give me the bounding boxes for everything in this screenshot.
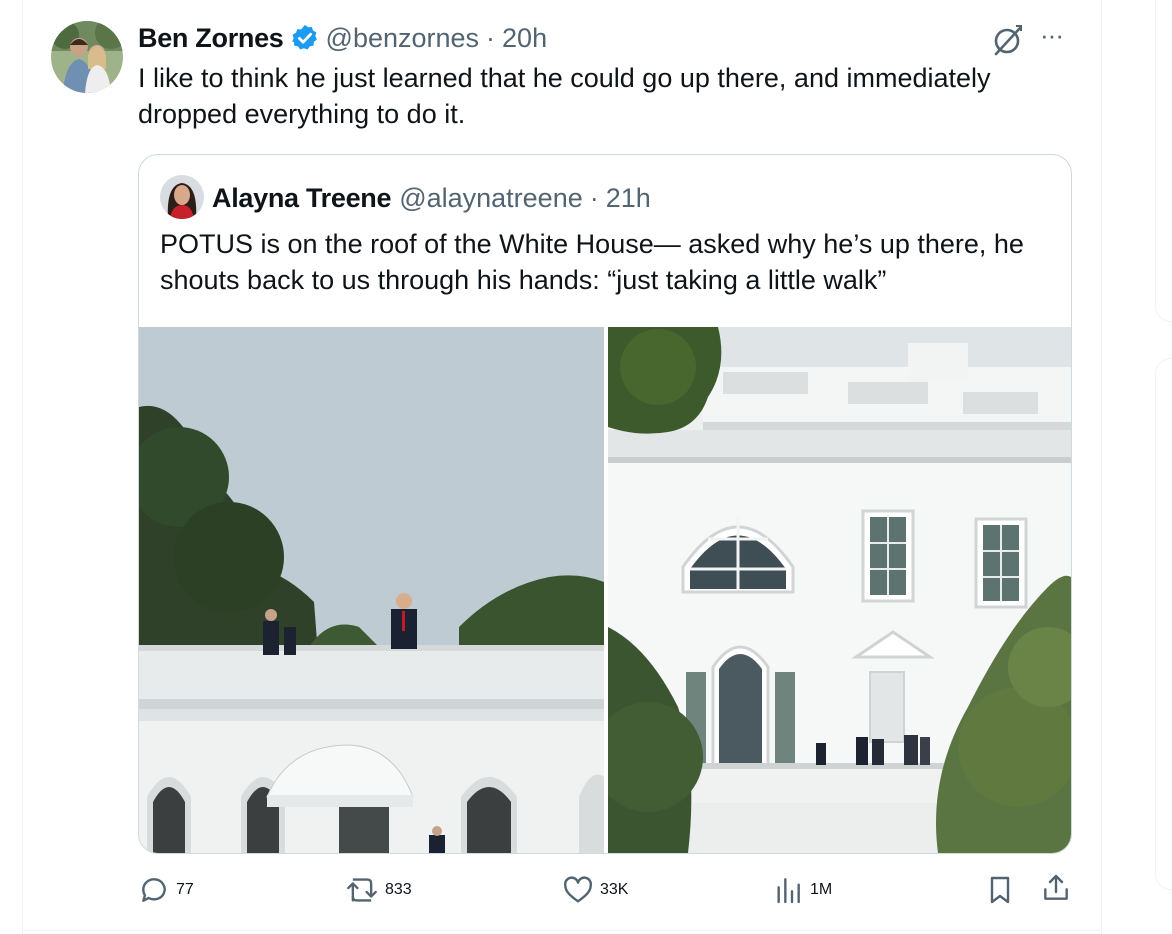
post-timestamp[interactable]: 20h [502, 23, 547, 54]
post-header: Ben Zornes @benzornes · 20h [138, 21, 547, 55]
share-button[interactable] [1040, 872, 1078, 904]
repost-count: 833 [385, 881, 412, 898]
like-button[interactable]: 33K [562, 874, 628, 906]
timeline-border-left [22, 0, 23, 934]
author-handle[interactable]: @benzornes [326, 23, 480, 54]
reply-button[interactable]: 77 [138, 874, 194, 906]
views-button[interactable]: 1M [772, 874, 832, 906]
quoted-author-avatar [160, 175, 204, 219]
separator-dot: · [589, 182, 599, 213]
grok-icon[interactable] [990, 24, 1024, 58]
views-icon [777, 878, 800, 904]
white-house-photo[interactable] [608, 327, 1071, 853]
post-divider [22, 930, 1102, 931]
quoted-author-handle: @alaynatreene [399, 182, 583, 213]
author-name[interactable]: Ben Zornes [138, 23, 284, 54]
quoted-post-header: Alayna Treene @alaynatreene · 21h [212, 181, 651, 215]
repost-icon [347, 878, 377, 902]
sidebar-card [1155, 0, 1172, 322]
quoted-author-name: Alayna Treene [212, 182, 392, 213]
separator-dot: · [486, 22, 496, 53]
author-avatar[interactable] [51, 21, 123, 93]
quoted-post[interactable]: Alayna Treene @alaynatreene · 21h POTUS … [138, 154, 1072, 854]
more-options-icon[interactable]: ··· [1040, 22, 1070, 52]
timeline-border-right [1101, 0, 1102, 934]
view-count: 1M [810, 881, 833, 898]
repost-button[interactable]: 833 [345, 874, 412, 906]
verified-badge-icon [290, 23, 320, 53]
quoted-post-text: POTUS is on the roof of the White House—… [160, 229, 1024, 295]
post-text: I like to think he just learned that he … [138, 63, 991, 129]
heart-icon [563, 876, 593, 903]
bookmark-button[interactable] [984, 874, 1022, 906]
reply-count: 77 [176, 881, 194, 898]
quoted-timestamp: 21h [605, 182, 651, 213]
roof-photo[interactable] [139, 327, 604, 853]
bookmark-icon [990, 876, 1010, 904]
share-icon [1044, 874, 1068, 900]
sidebar-card [1155, 358, 1172, 890]
reply-icon [142, 878, 166, 902]
like-count: 33K [600, 881, 629, 898]
